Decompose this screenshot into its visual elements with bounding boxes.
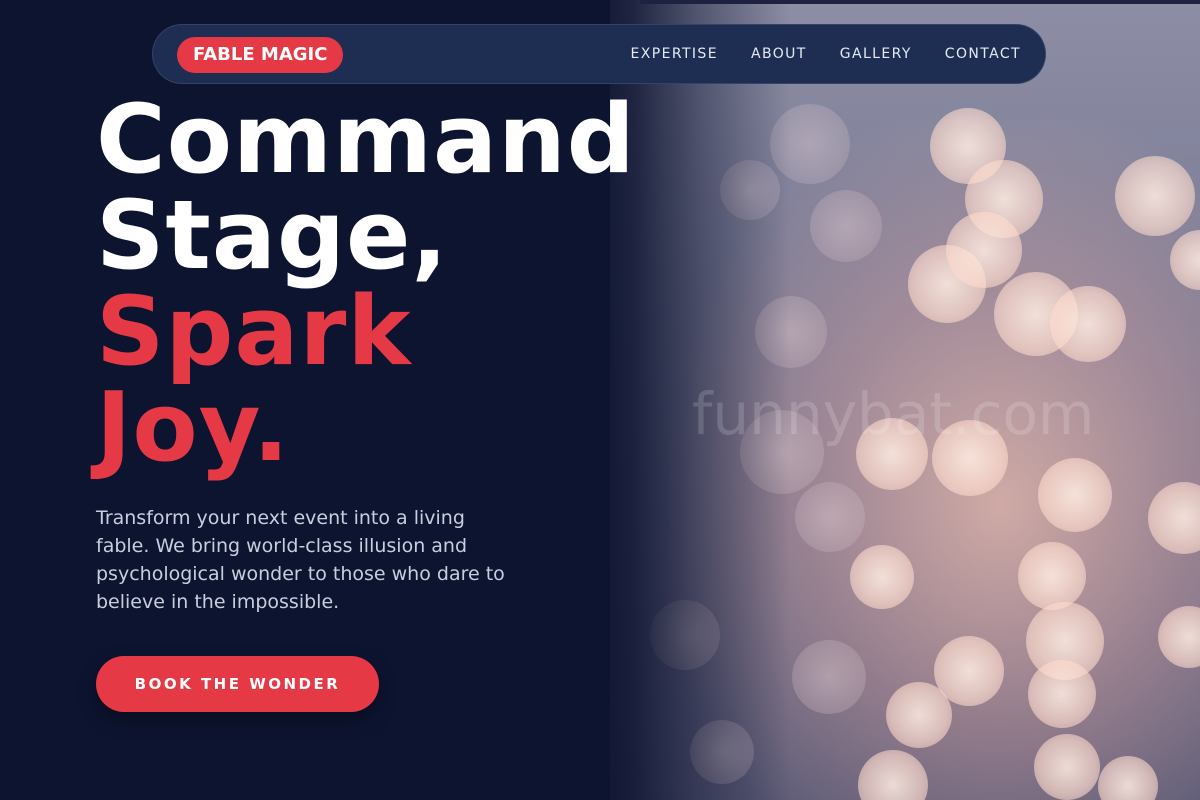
nav-link-gallery[interactable]: GALLERY	[840, 46, 912, 62]
bokeh-light	[886, 682, 952, 748]
bokeh-light	[1034, 734, 1100, 800]
bokeh-light	[850, 545, 914, 609]
hero-section: funnybat.com FABLE MAGIC EXPERTISE ABOUT…	[0, 0, 1200, 800]
top-edge-line	[640, 0, 1200, 4]
nav-link-about[interactable]: ABOUT	[751, 46, 807, 62]
bokeh-light	[792, 640, 866, 714]
nav-link-contact[interactable]: CONTACT	[945, 46, 1021, 62]
bokeh-light	[1115, 156, 1195, 236]
bokeh-light	[1050, 286, 1126, 362]
headline-line-1: Command	[96, 85, 636, 195]
headline-line-2: Stage,	[96, 181, 449, 291]
headline-line-3: Spark	[96, 277, 412, 387]
bokeh-light	[795, 482, 865, 552]
bokeh-light	[1038, 458, 1112, 532]
logo-badge[interactable]: FABLE MAGIC	[177, 37, 344, 73]
bokeh-light	[810, 190, 882, 262]
hero-intro-text: Transform your next event into a living …	[96, 507, 505, 613]
headline-line-4: Joy.	[96, 373, 290, 483]
watermark: funnybat.com	[692, 380, 1095, 448]
bokeh-light	[1018, 542, 1086, 610]
nav-links: EXPERTISE ABOUT GALLERY CONTACT	[631, 25, 1021, 83]
bokeh-light	[946, 212, 1022, 288]
book-the-wonder-button[interactable]: BOOK THE WONDER	[96, 656, 379, 712]
nav-link-expertise[interactable]: EXPERTISE	[631, 46, 718, 62]
bokeh-light	[1028, 660, 1096, 728]
hero-headline: Command Stage, Spark Joy.	[96, 92, 636, 476]
navbar: FABLE MAGIC EXPERTISE ABOUT GALLERY CONT…	[152, 24, 1046, 84]
